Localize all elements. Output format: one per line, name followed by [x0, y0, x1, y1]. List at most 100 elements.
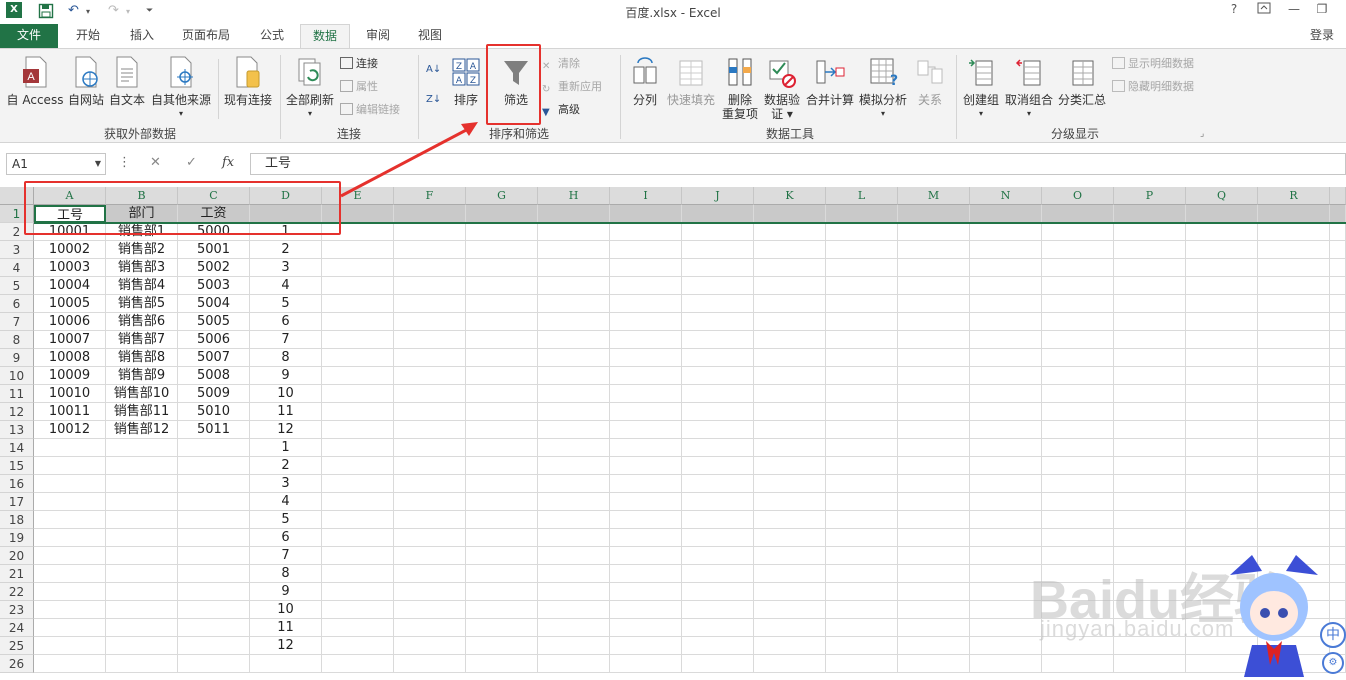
row-header[interactable]: 24 [0, 619, 34, 637]
cell-K18[interactable] [754, 511, 826, 529]
cell-C22[interactable] [178, 583, 250, 601]
cell-G16[interactable] [466, 475, 538, 493]
cell-filler[interactable] [1330, 295, 1346, 313]
row-header[interactable]: 1 [0, 205, 34, 223]
cell-P19[interactable] [1114, 529, 1186, 547]
cell-B2[interactable]: 销售部1 [106, 223, 178, 241]
cell-G19[interactable] [466, 529, 538, 547]
cell-D12[interactable]: 11 [250, 403, 322, 421]
cell-D7[interactable]: 6 [250, 313, 322, 331]
cell-D2[interactable]: 1 [250, 223, 322, 241]
cell-E12[interactable] [322, 403, 394, 421]
row-header[interactable]: 22 [0, 583, 34, 601]
show-detail-button[interactable]: 显示明细数据 [1112, 55, 1194, 73]
cell-L24[interactable] [826, 619, 898, 637]
cell-D22[interactable]: 9 [250, 583, 322, 601]
cell-C24[interactable] [178, 619, 250, 637]
cell-B19[interactable] [106, 529, 178, 547]
cell-filler[interactable] [1330, 493, 1346, 511]
cell-E3[interactable] [322, 241, 394, 259]
cell-A19[interactable] [34, 529, 106, 547]
ribbon-display-icon[interactable] [1252, 2, 1276, 20]
cell-H10[interactable] [538, 367, 610, 385]
cell-B7[interactable]: 销售部6 [106, 313, 178, 331]
cell-E8[interactable] [322, 331, 394, 349]
cell-K14[interactable] [754, 439, 826, 457]
cell-D9[interactable]: 8 [250, 349, 322, 367]
cell-O16[interactable] [1042, 475, 1114, 493]
cell-E2[interactable] [322, 223, 394, 241]
cell-C25[interactable] [178, 637, 250, 655]
cell-D6[interactable]: 5 [250, 295, 322, 313]
cell-F13[interactable] [394, 421, 466, 439]
cell-H26[interactable] [538, 655, 610, 673]
cell-D25[interactable]: 12 [250, 637, 322, 655]
cell-F7[interactable] [394, 313, 466, 331]
sort-button[interactable]: ZAAZ 排序 [448, 55, 484, 107]
flash-fill-button[interactable]: 快速填充 [664, 55, 718, 107]
cell-R1[interactable] [1258, 205, 1330, 223]
cell-M22[interactable] [898, 583, 970, 601]
cell-J22[interactable] [682, 583, 754, 601]
cell-B9[interactable]: 销售部8 [106, 349, 178, 367]
cell-A9[interactable]: 10008 [34, 349, 106, 367]
cell-I10[interactable] [610, 367, 682, 385]
cell-Q1[interactable] [1186, 205, 1258, 223]
cell-H8[interactable] [538, 331, 610, 349]
cell-I3[interactable] [610, 241, 682, 259]
cell-B18[interactable] [106, 511, 178, 529]
cell-P17[interactable] [1114, 493, 1186, 511]
login-link[interactable]: 登录 [1300, 24, 1344, 48]
cell-H19[interactable] [538, 529, 610, 547]
cell-G5[interactable] [466, 277, 538, 295]
cell-E24[interactable] [322, 619, 394, 637]
row-header[interactable]: 21 [0, 565, 34, 583]
cell-H25[interactable] [538, 637, 610, 655]
cell-L23[interactable] [826, 601, 898, 619]
cell-C8[interactable]: 5006 [178, 331, 250, 349]
cell-E13[interactable] [322, 421, 394, 439]
column-header-A[interactable]: A [34, 187, 106, 205]
cell-Q11[interactable] [1186, 385, 1258, 403]
cell-F22[interactable] [394, 583, 466, 601]
cell-C4[interactable]: 5002 [178, 259, 250, 277]
cell-L13[interactable] [826, 421, 898, 439]
cell-G13[interactable] [466, 421, 538, 439]
badge-zhong[interactable]: 中 [1320, 622, 1346, 648]
cell-L16[interactable] [826, 475, 898, 493]
cell-J19[interactable] [682, 529, 754, 547]
cell-I16[interactable] [610, 475, 682, 493]
column-header-C[interactable]: C [178, 187, 250, 205]
cell-filler[interactable] [1330, 583, 1346, 601]
row-header[interactable]: 12 [0, 403, 34, 421]
cell-N3[interactable] [970, 241, 1042, 259]
cell-N1[interactable] [970, 205, 1042, 223]
cell-C11[interactable]: 5009 [178, 385, 250, 403]
cell-K26[interactable] [754, 655, 826, 673]
column-header-J[interactable]: J [682, 187, 754, 205]
column-header-Q[interactable]: Q [1186, 187, 1258, 205]
cell-K22[interactable] [754, 583, 826, 601]
cell-L11[interactable] [826, 385, 898, 403]
cell-G18[interactable] [466, 511, 538, 529]
cell-L15[interactable] [826, 457, 898, 475]
cell-P9[interactable] [1114, 349, 1186, 367]
cell-filler[interactable] [1330, 565, 1346, 583]
cell-Q16[interactable] [1186, 475, 1258, 493]
row-header[interactable]: 9 [0, 349, 34, 367]
cell-H12[interactable] [538, 403, 610, 421]
advanced-filter-button[interactable]: ▼ 高级 [542, 101, 580, 119]
cell-J4[interactable] [682, 259, 754, 277]
cell-B16[interactable] [106, 475, 178, 493]
cell-L1[interactable] [826, 205, 898, 223]
row-header[interactable]: 3 [0, 241, 34, 259]
cell-P13[interactable] [1114, 421, 1186, 439]
cell-M2[interactable] [898, 223, 970, 241]
cell-D14[interactable]: 1 [250, 439, 322, 457]
cell-D16[interactable]: 3 [250, 475, 322, 493]
cell-C20[interactable] [178, 547, 250, 565]
cell-C17[interactable] [178, 493, 250, 511]
hide-detail-button[interactable]: 隐藏明细数据 [1112, 78, 1194, 96]
cell-I25[interactable] [610, 637, 682, 655]
cell-M7[interactable] [898, 313, 970, 331]
